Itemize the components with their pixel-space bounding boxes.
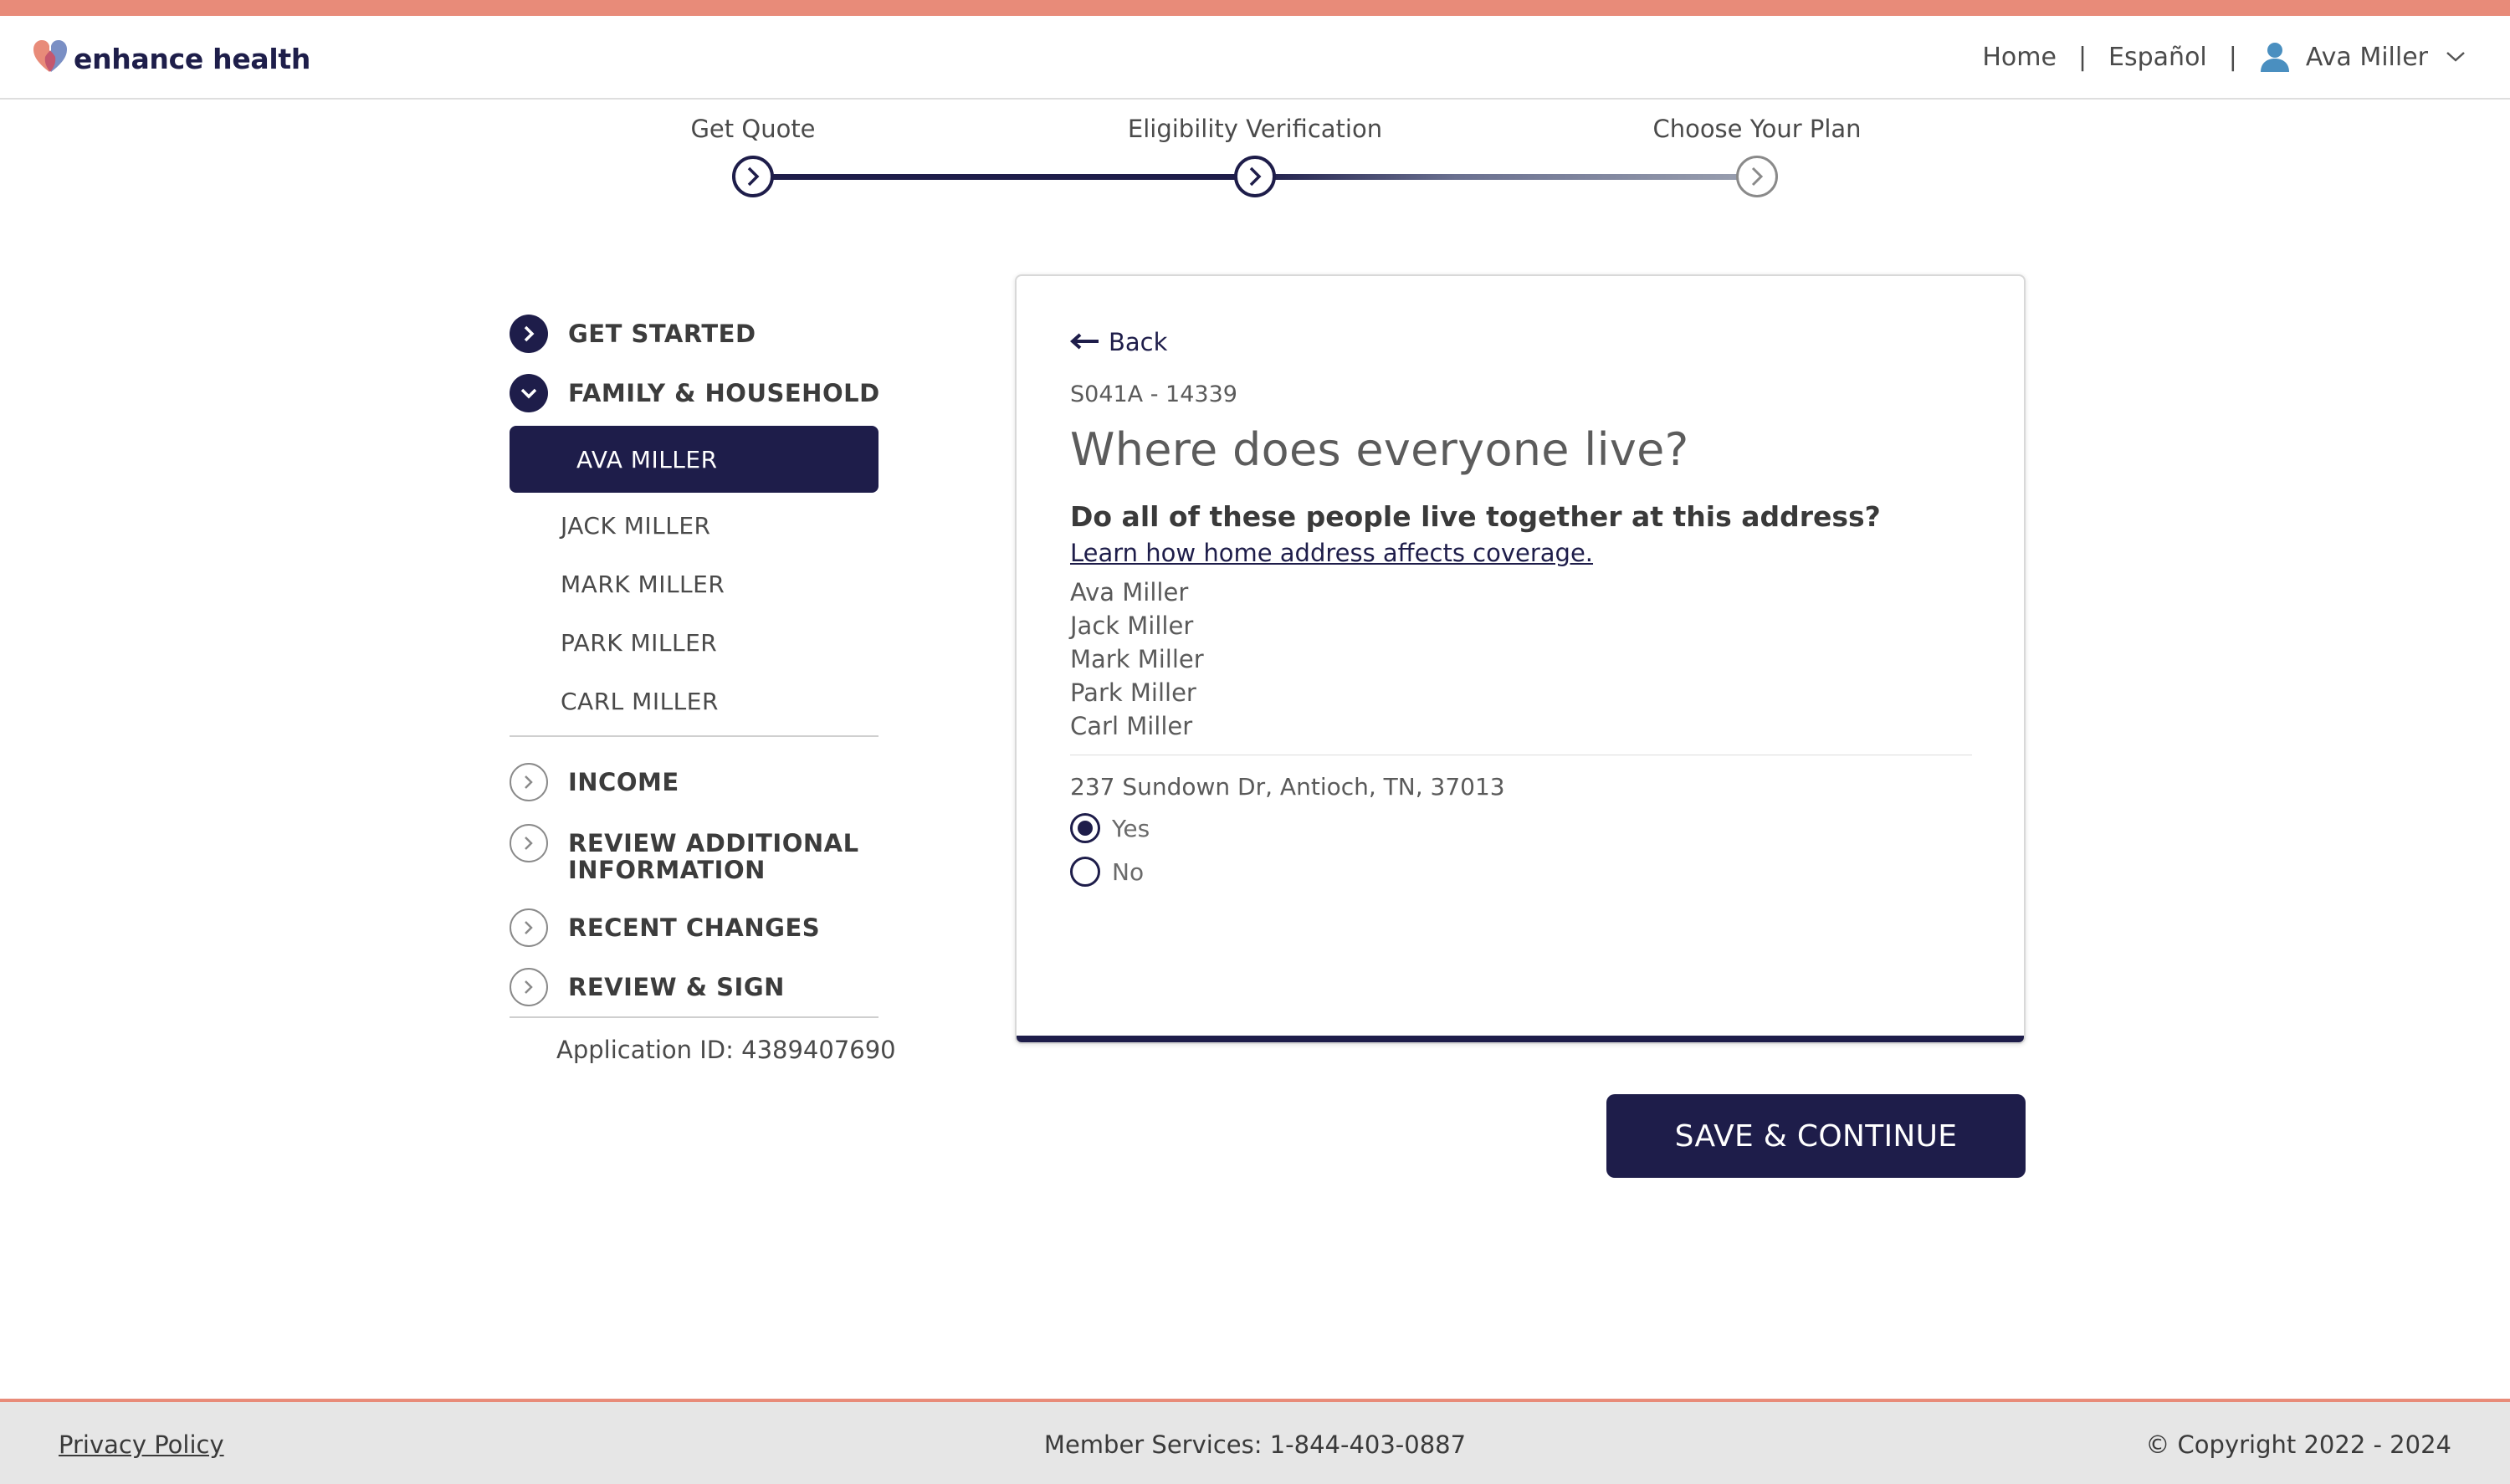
step-line-upcoming xyxy=(1255,174,1757,180)
header-nav: Home | Español | Ava Miller xyxy=(1982,41,2466,73)
chevron-right-icon xyxy=(510,908,548,947)
radio-label-no: No xyxy=(1112,857,1145,886)
household-member: Ava Miller xyxy=(1070,578,1189,606)
chevron-right-icon xyxy=(510,763,548,801)
radio-label-yes: Yes xyxy=(1112,814,1150,842)
sidebar-divider xyxy=(510,735,878,737)
heart-logo-icon xyxy=(32,38,69,79)
step-line-complete xyxy=(753,174,1255,180)
sidebar-item-review-additional[interactable]: REVIEW ADDITIONAL INFORMATION xyxy=(510,824,869,883)
copyright: © Copyright 2022 - 2024 xyxy=(2145,1430,2451,1459)
sidebar-item-label: REVIEW & SIGN xyxy=(568,973,785,1001)
sidebar-item-label: REVIEW ADDITIONAL INFORMATION xyxy=(568,829,859,884)
sidebar-member[interactable]: JACK MILLER xyxy=(561,512,711,540)
chevron-right-icon xyxy=(510,968,548,1006)
household-member: Jack Miller xyxy=(1070,612,1194,640)
site-footer: Privacy Policy Member Services: 1-844-40… xyxy=(0,1399,2510,1484)
sidebar-item-label: INCOME xyxy=(568,768,679,796)
chevron-right-icon xyxy=(510,315,548,353)
sidebar-member-active[interactable]: AVA MILLER xyxy=(510,426,878,493)
back-label: Back xyxy=(1109,328,1168,356)
nav-home-link[interactable]: Home xyxy=(1982,43,2057,72)
application-id: Application ID: 4389407690 xyxy=(556,1036,896,1064)
user-menu-name[interactable]: Ava Miller xyxy=(2306,43,2428,72)
chevron-right-icon xyxy=(1751,166,1764,187)
card-bottom-bar xyxy=(1017,1036,2024,1042)
chevron-right-icon xyxy=(1249,166,1262,187)
save-continue-button[interactable]: SAVE & CONTINUE xyxy=(1606,1094,2026,1178)
chevron-down-icon xyxy=(510,374,548,412)
household-member: Park Miller xyxy=(1070,678,1196,707)
chevron-down-icon[interactable] xyxy=(2445,50,2466,64)
brand-name: enhance health xyxy=(74,42,311,75)
question-text: Do all of these people live together at … xyxy=(1070,500,1881,533)
site-header: enhance health Home | Español | Ava Mill… xyxy=(0,16,2510,100)
step-label-get-quote: Get Quote xyxy=(690,115,816,143)
learn-more-link[interactable]: Learn how home address affects coverage. xyxy=(1070,539,1593,567)
brand-logo[interactable]: enhance health xyxy=(32,38,310,79)
radio-option-no[interactable]: No xyxy=(1070,857,1144,887)
sidebar-item-label: FAMILY & HOUSEHOLD xyxy=(568,379,880,407)
radio-button[interactable] xyxy=(1070,857,1100,887)
sidebar-item-recent-changes[interactable]: RECENT CHANGES xyxy=(510,908,820,947)
household-member: Carl Miller xyxy=(1070,712,1193,740)
household-list: Ava Miller Jack Miller Mark Miller Park … xyxy=(1070,576,1204,743)
radio-button-selected[interactable] xyxy=(1070,813,1100,843)
address-question-card: Back S041A - 14339 Where does everyone l… xyxy=(1015,274,2026,1044)
sidebar-item-get-started[interactable]: GET STARTED xyxy=(510,315,756,353)
step-label-choose-plan: Choose Your Plan xyxy=(1652,115,1862,143)
privacy-policy-link[interactable]: Privacy Policy xyxy=(59,1430,224,1459)
sidebar-item-review-sign[interactable]: REVIEW & SIGN xyxy=(510,968,785,1006)
top-accent-strip xyxy=(0,0,2510,16)
step-circle-choose-plan[interactable] xyxy=(1736,156,1778,197)
back-link[interactable]: Back xyxy=(1069,328,1168,356)
sidebar-divider xyxy=(510,1016,878,1018)
sidebar-member[interactable]: CARL MILLER xyxy=(561,688,719,715)
sidebar-item-family-household[interactable]: FAMILY & HOUSEHOLD xyxy=(510,374,880,412)
sidebar-item-income[interactable]: INCOME xyxy=(510,763,679,801)
member-services: Member Services: 1-844-403-0887 xyxy=(1043,1430,1467,1459)
household-address: 237 Sundown Dr, Antioch, TN, 37013 xyxy=(1070,773,1505,801)
sidebar-item-label: GET STARTED xyxy=(568,320,756,348)
page-title: Where does everyone live? xyxy=(1070,423,1689,476)
nav-separator: | xyxy=(2077,42,2087,72)
step-circle-get-quote[interactable] xyxy=(732,156,774,197)
user-icon xyxy=(2259,41,2291,73)
radio-option-yes[interactable]: Yes xyxy=(1070,813,1150,843)
chevron-right-icon xyxy=(510,824,548,862)
sidebar-item-label: RECENT CHANGES xyxy=(568,913,821,942)
sidebar-member[interactable]: MARK MILLER xyxy=(561,571,725,598)
step-circle-eligibility[interactable] xyxy=(1234,156,1276,197)
household-member: Mark Miller xyxy=(1070,645,1204,673)
sidebar-member[interactable]: PARK MILLER xyxy=(561,629,717,657)
chevron-right-icon xyxy=(747,166,760,187)
question-code: S041A - 14339 xyxy=(1070,381,1237,407)
nav-language-link[interactable]: Español xyxy=(2108,43,2207,72)
arrow-left-icon xyxy=(1069,328,1100,356)
step-label-eligibility: Eligibility Verification xyxy=(1127,115,1383,143)
nav-separator: | xyxy=(2228,42,2237,72)
